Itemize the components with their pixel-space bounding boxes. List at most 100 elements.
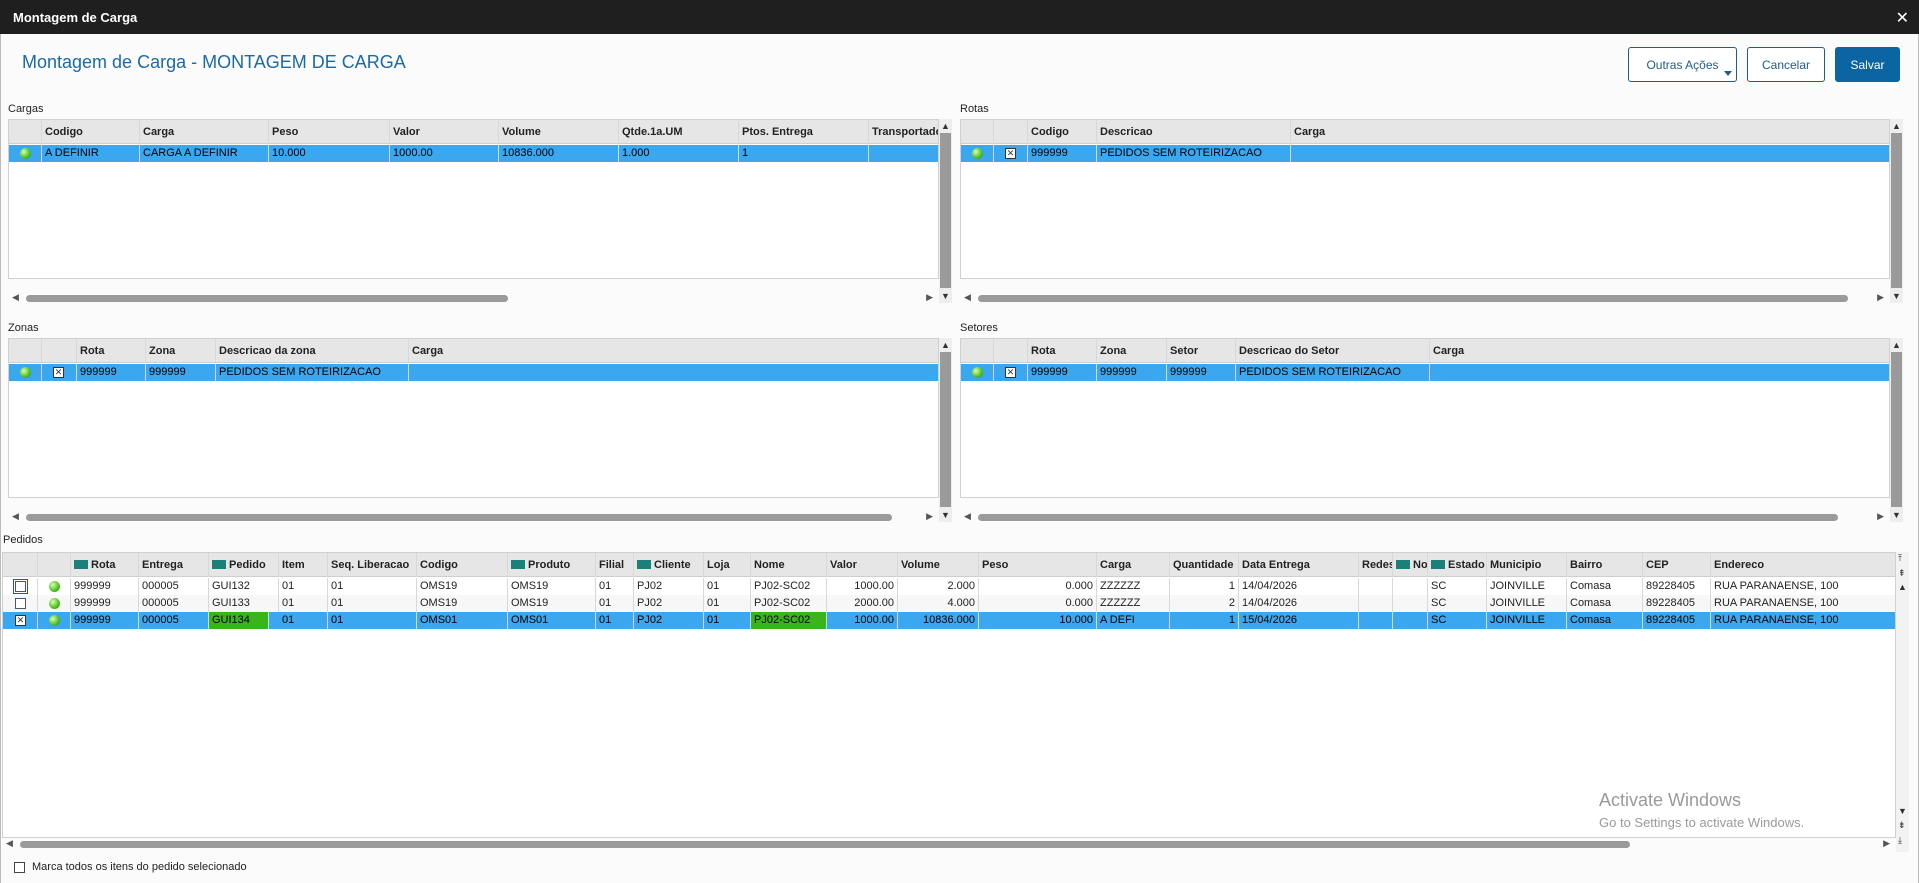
column-header[interactable]: Loja (704, 553, 751, 577)
scroll-thumb[interactable] (940, 133, 951, 288)
row-checkbox[interactable] (13, 579, 28, 594)
column-header[interactable]: CEP (1643, 553, 1711, 577)
scroll-down-icon[interactable]: ▼ (1892, 291, 1901, 301)
column-header[interactable]: Seq. Liberacao (328, 553, 417, 577)
close-icon[interactable]: ✕ (1896, 8, 1909, 28)
table-row[interactable]: ✕ 999999 999999 PEDIDOS SEM ROTEIRIZACAO (9, 364, 938, 381)
other-actions-button[interactable]: Outras Ações (1628, 47, 1737, 82)
column-header[interactable]: Codigo (42, 120, 140, 144)
column-header[interactable]: Carga (1097, 553, 1170, 577)
scroll-down-icon[interactable]: ▼ (1892, 510, 1901, 520)
column-header[interactable]: Setor (1167, 339, 1236, 363)
column-header[interactable]: Codigo (1028, 120, 1097, 144)
scroll-left-icon[interactable]: ◀ (964, 511, 971, 522)
row-checkbox[interactable] (15, 598, 26, 609)
column-header[interactable]: Carga (1291, 120, 1889, 144)
scroll-right-icon[interactable]: ▶ (1877, 511, 1884, 522)
column-header[interactable]: Quantidade (1170, 553, 1239, 577)
column-header[interactable]: No (1393, 553, 1428, 577)
save-button[interactable]: Salvar (1835, 47, 1900, 82)
column-header[interactable]: Qtde.1a.UM (619, 120, 739, 144)
scroll-left-icon[interactable]: ◀ (964, 292, 971, 303)
column-header[interactable]: Descricao (1097, 120, 1291, 144)
column-header[interactable]: Endereco (1711, 553, 1895, 577)
zonas-vertical-scrollbar[interactable]: ▲ ▼ (939, 338, 952, 522)
scroll-bottom-icon[interactable]: ⤓ (1898, 835, 1902, 846)
scroll-left-icon[interactable]: ◀ (6, 838, 13, 849)
column-header[interactable]: Transportadora (869, 120, 938, 144)
table-row[interactable]: ✕ 999999 PEDIDOS SEM ROTEIRIZACAO (961, 145, 1889, 162)
scroll-thumb[interactable] (940, 352, 951, 507)
table-row[interactable]: 999999 000005 GUI132 01 01 OMS19 OMS19 0… (3, 578, 1895, 595)
scroll-right-icon[interactable]: ▶ (926, 511, 933, 522)
column-header[interactable]: Zona (1097, 339, 1167, 363)
scroll-thumb[interactable] (978, 295, 1848, 302)
column-header[interactable]: Valor (390, 120, 499, 144)
column-header[interactable]: Estado (1428, 553, 1487, 577)
column-header[interactable]: Cliente (634, 553, 704, 577)
scroll-up-icon[interactable]: ▲ (941, 121, 950, 131)
row-checkbox-checked[interactable]: ✕ (15, 615, 26, 626)
column-header[interactable]: Codigo (417, 553, 508, 577)
scroll-thumb[interactable] (20, 841, 1630, 848)
column-header[interactable]: Volume (898, 553, 979, 577)
column-header[interactable]: Rota (71, 553, 139, 577)
scroll-right-icon[interactable]: ▶ (926, 292, 933, 303)
column-header[interactable]: Item (279, 553, 328, 577)
scroll-top-icon[interactable]: ⤒ (1898, 553, 1902, 564)
column-header[interactable]: Carga (1430, 339, 1889, 363)
setores-vertical-scrollbar[interactable]: ▲ ▼ (1890, 338, 1903, 522)
scroll-right-icon[interactable]: ▶ (1883, 838, 1890, 849)
scroll-right-icon[interactable]: ▶ (1877, 292, 1884, 303)
column-header[interactable]: Ptos. Entrega (739, 120, 869, 144)
setores-horizontal-scrollbar[interactable]: ◀ ▶ (960, 511, 1890, 523)
x-box-icon[interactable]: ✕ (1005, 367, 1016, 378)
column-header[interactable]: Municipio (1487, 553, 1567, 577)
scroll-up-icon[interactable]: ▲ (1892, 121, 1901, 131)
scroll-page-down-icon[interactable]: ⇟ (1898, 820, 1906, 831)
column-header[interactable]: Nome (751, 553, 827, 577)
scroll-thumb[interactable] (1891, 352, 1902, 507)
x-box-icon[interactable]: ✕ (53, 367, 64, 378)
scroll-up-icon[interactable]: ▲ (1892, 340, 1901, 350)
column-header[interactable]: Produto (508, 553, 596, 577)
column-header[interactable]: Filial (596, 553, 634, 577)
column-header[interactable]: Valor (827, 553, 898, 577)
scroll-thumb[interactable] (26, 295, 508, 302)
column-header[interactable]: Descricao do Setor (1236, 339, 1430, 363)
column-header[interactable]: Entrega (139, 553, 209, 577)
scroll-up-icon[interactable]: ▲ (941, 340, 950, 350)
pedidos-vertical-scrollbar[interactable]: ⤒ ⇞ ▲ ▼ ⇟ ⤓ (1896, 552, 1909, 852)
scroll-down-icon[interactable]: ▼ (941, 291, 950, 301)
x-box-icon[interactable]: ✕ (1005, 148, 1016, 159)
column-header[interactable]: Rota (1028, 339, 1097, 363)
column-header[interactable]: Bairro (1567, 553, 1643, 577)
column-header[interactable]: Peso (979, 553, 1097, 577)
column-header[interactable]: Volume (499, 120, 619, 144)
column-header[interactable]: Peso (269, 120, 390, 144)
scroll-up-icon[interactable]: ▲ (1898, 582, 1907, 592)
rotas-vertical-scrollbar[interactable]: ▲ ▼ (1890, 119, 1903, 303)
column-header[interactable]: Carga (140, 120, 269, 144)
scroll-thumb[interactable] (1891, 133, 1902, 288)
scroll-page-up-icon[interactable]: ⇞ (1898, 568, 1906, 579)
mark-all-checkbox[interactable] (14, 862, 25, 873)
zonas-horizontal-scrollbar[interactable]: ◀ ▶ (8, 511, 939, 523)
column-header[interactable]: Redes (1359, 553, 1393, 577)
scroll-thumb[interactable] (26, 514, 892, 521)
scroll-thumb[interactable] (978, 514, 1838, 521)
column-header[interactable]: Data Entrega (1239, 553, 1359, 577)
pedidos-horizontal-scrollbar[interactable]: ◀ ▶ (2, 838, 1896, 850)
column-header[interactable]: Carga (409, 339, 938, 363)
scroll-down-icon[interactable]: ▼ (1898, 806, 1907, 816)
table-row[interactable]: A DEFINIR CARGA A DEFINIR 10.000 1000.00… (9, 145, 938, 162)
column-header[interactable]: Pedido (209, 553, 279, 577)
table-row[interactable]: ✕ 999999 000005 GUI134 01 01 OMS01 OMS01… (3, 612, 1895, 629)
scroll-left-icon[interactable]: ◀ (12, 511, 19, 522)
column-header[interactable]: Descricao da zona (216, 339, 409, 363)
cancel-button[interactable]: Cancelar (1747, 47, 1825, 82)
cargas-horizontal-scrollbar[interactable]: ◀ ▶ (8, 292, 939, 304)
cargas-vertical-scrollbar[interactable]: ▲ ▼ (939, 119, 952, 303)
rotas-horizontal-scrollbar[interactable]: ◀ ▶ (960, 292, 1890, 304)
scroll-down-icon[interactable]: ▼ (941, 510, 950, 520)
